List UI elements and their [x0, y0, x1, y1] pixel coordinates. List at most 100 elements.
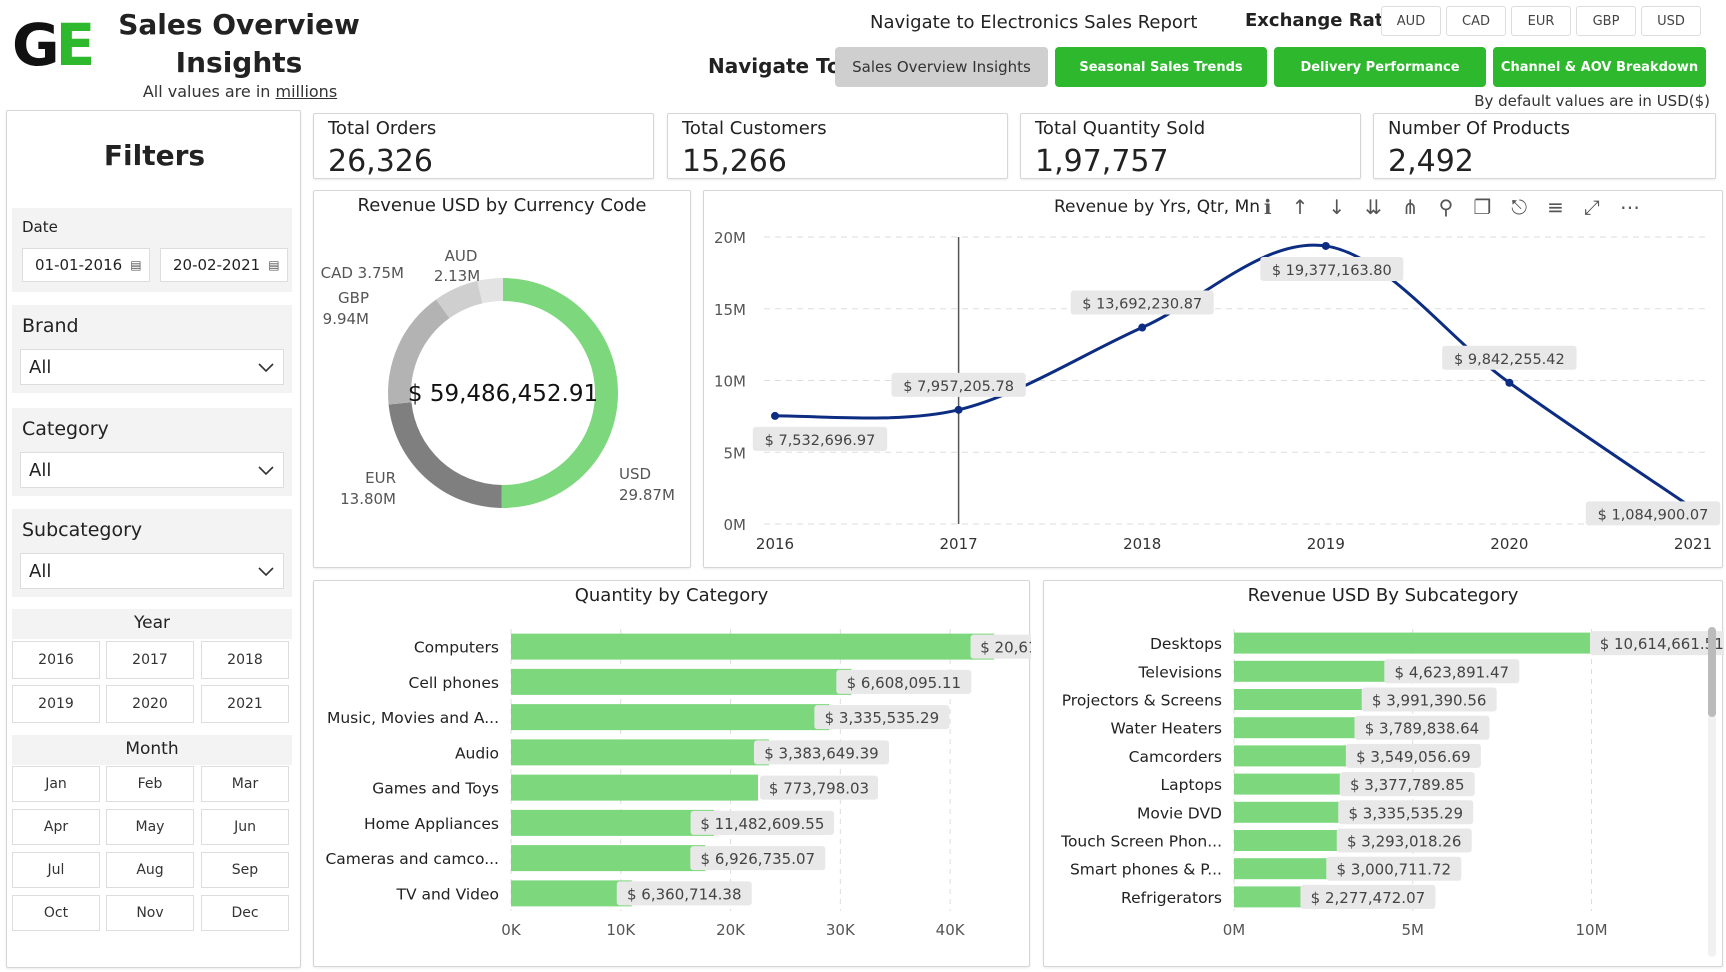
units-note-unit: millions — [275, 82, 338, 101]
category-label: Cameras and camco... — [325, 850, 499, 868]
data-label: $ 3,293,018.26 — [1347, 833, 1462, 851]
bell-icon[interactable]: ⎋ — [1511, 195, 1527, 219]
donut-center-total: $ 59,486,452.91 — [408, 381, 598, 407]
brand-dropdown[interactable]: All — [20, 349, 284, 385]
date-from-input[interactable]: 01-01-2016 ▤ — [22, 248, 150, 282]
scrollbar-thumb[interactable] — [1708, 627, 1716, 717]
brand-label: Brand — [22, 315, 79, 337]
kpi-card-total-quantity: Total Quantity Sold 1,97,757 — [1020, 113, 1361, 179]
data-label: $ 3,549,056.69 — [1356, 748, 1471, 766]
expand-hierarchy-icon[interactable]: ⋔ — [1402, 195, 1419, 219]
filter-icon[interactable]: ≡ — [1547, 195, 1564, 219]
kpi-value: 1,97,757 — [1035, 144, 1169, 179]
currency-button-aud[interactable]: AUD — [1381, 6, 1441, 36]
year-button-2016[interactable]: 2016 — [12, 641, 100, 679]
calendar-icon[interactable]: ▤ — [130, 258, 141, 272]
pin-icon[interactable]: ⚲ — [1439, 195, 1454, 219]
year-button-2020[interactable]: 2020 — [106, 685, 194, 723]
category-label: Audio — [455, 744, 499, 762]
data-label: $ 3,991,390.56 — [1372, 692, 1487, 710]
month-button-may[interactable]: May — [106, 809, 194, 845]
y-tick-label: 0M — [724, 516, 747, 534]
category-label: Water Heaters — [1111, 720, 1223, 738]
month-button-nov[interactable]: Nov — [106, 895, 194, 931]
data-label: $ 19,377,163.80 — [1272, 263, 1392, 279]
month-button-oct[interactable]: Oct — [12, 895, 100, 931]
navigate-to-label: Navigate To: — [708, 54, 849, 78]
year-button-2018[interactable]: 2018 — [201, 641, 289, 679]
data-label: $ 10,614,661.51 — [1600, 635, 1724, 653]
kpi-label: Total Customers — [682, 118, 827, 139]
category-label: Televisions — [1138, 663, 1222, 681]
date-to-input[interactable]: 20-02-2021 ▤ — [160, 248, 288, 282]
default-currency-note: By default values are in USD($) — [1474, 92, 1710, 110]
nav-button-channel-aov[interactable]: Channel & AOV Breakdown — [1493, 47, 1706, 87]
date-from-value: 01-01-2016 — [35, 256, 123, 274]
data-point — [771, 411, 779, 420]
bar — [511, 809, 715, 836]
scrollbar-track[interactable] — [1708, 627, 1716, 957]
data-label: $ 3,000,711.72 — [1337, 861, 1452, 879]
bar — [1234, 773, 1355, 795]
bar — [1234, 660, 1400, 682]
revenue-by-currency-card: Revenue USD by Currency Code USD 29.87M EU… — [313, 190, 691, 568]
focus-mode-icon[interactable]: ⤢ — [1584, 195, 1600, 219]
kpi-label: Number Of Products — [1388, 118, 1570, 139]
data-label: $ 3,383,649.39 — [764, 744, 879, 762]
x-tick-label: 2016 — [756, 535, 794, 553]
currency-button-gbp[interactable]: GBP — [1576, 6, 1636, 36]
kpi-card-total-orders: Total Orders 26,326 — [313, 113, 654, 179]
bar — [511, 704, 830, 731]
year-button-2017[interactable]: 2017 — [106, 641, 194, 679]
month-button-mar[interactable]: Mar — [201, 766, 289, 802]
month-button-apr[interactable]: Apr — [12, 809, 100, 845]
year-button-2021[interactable]: 2021 — [201, 685, 289, 723]
kpi-label: Total Orders — [328, 118, 437, 139]
month-button-dec[interactable]: Dec — [201, 895, 289, 931]
currency-button-usd[interactable]: USD — [1641, 6, 1701, 36]
category-dropdown[interactable]: All — [20, 452, 284, 488]
visual-toolbar: ℹ ↑ ↓ ⇊ ⋔ ⚲ ❐ ⎋ ≡ ⤢ ⋯ — [1264, 195, 1640, 219]
data-point — [1321, 241, 1330, 250]
bar — [511, 774, 759, 801]
bar — [1234, 858, 1342, 880]
currency-button-cad[interactable]: CAD — [1446, 6, 1506, 36]
x-tick-label: 5M — [1402, 921, 1425, 939]
info-icon[interactable]: ℹ — [1264, 195, 1272, 219]
bar — [1234, 830, 1352, 851]
copy-icon[interactable]: ❐ — [1473, 195, 1491, 219]
x-tick-label: 2019 — [1307, 535, 1345, 553]
slice-value: 29.87M — [619, 486, 675, 504]
revenue-by-subcategory-card: Revenue USD By Subcategory 0M 5M 10M Deskto… — [1043, 580, 1724, 967]
calendar-icon[interactable]: ▤ — [268, 258, 279, 272]
month-button-jul[interactable]: Jul — [12, 852, 100, 888]
more-options-icon[interactable]: ⋯ — [1620, 195, 1640, 219]
data-point — [1138, 323, 1147, 332]
month-button-jan[interactable]: Jan — [12, 766, 100, 802]
kpi-value: 2,492 — [1388, 144, 1474, 179]
x-tick-label: 10K — [606, 921, 636, 939]
data-label: $ 11,482,609.55 — [700, 815, 824, 833]
month-button-feb[interactable]: Feb — [106, 766, 194, 802]
nav-button-sales-overview[interactable]: Sales Overview Insights — [835, 47, 1048, 87]
currency-button-eur[interactable]: EUR — [1511, 6, 1571, 36]
month-button-aug[interactable]: Aug — [106, 852, 194, 888]
expand-all-down-icon[interactable]: ⇊ — [1365, 195, 1382, 219]
slice-value: 9.94M — [323, 310, 369, 328]
subcategory-dropdown[interactable]: All — [20, 553, 284, 589]
category-label: Laptops — [1161, 776, 1222, 794]
month-button-sep[interactable]: Sep — [201, 852, 289, 888]
category-selected-value: All — [29, 459, 52, 481]
drill-down-icon[interactable]: ↓ — [1328, 195, 1345, 219]
drill-up-icon[interactable]: ↑ — [1292, 195, 1309, 219]
donut-chart: USD 29.87M EUR 13.80M GBP 9.94M CAD 3.75M AUD 2.… — [321, 247, 675, 509]
nav-button-seasonal-trends[interactable]: Seasonal Sales Trends — [1055, 47, 1267, 87]
kpi-label: Total Quantity Sold — [1035, 118, 1206, 139]
date-to-value: 20-02-2021 — [173, 256, 261, 274]
category-label: Smart phones & P... — [1070, 861, 1222, 879]
year-button-2019[interactable]: 2019 — [12, 685, 100, 723]
month-button-jun[interactable]: Jun — [201, 809, 289, 845]
kpi-value: 26,326 — [328, 144, 433, 179]
category-label: Refrigerators — [1121, 889, 1222, 907]
nav-button-delivery-performance[interactable]: Delivery Performance — [1274, 47, 1486, 87]
